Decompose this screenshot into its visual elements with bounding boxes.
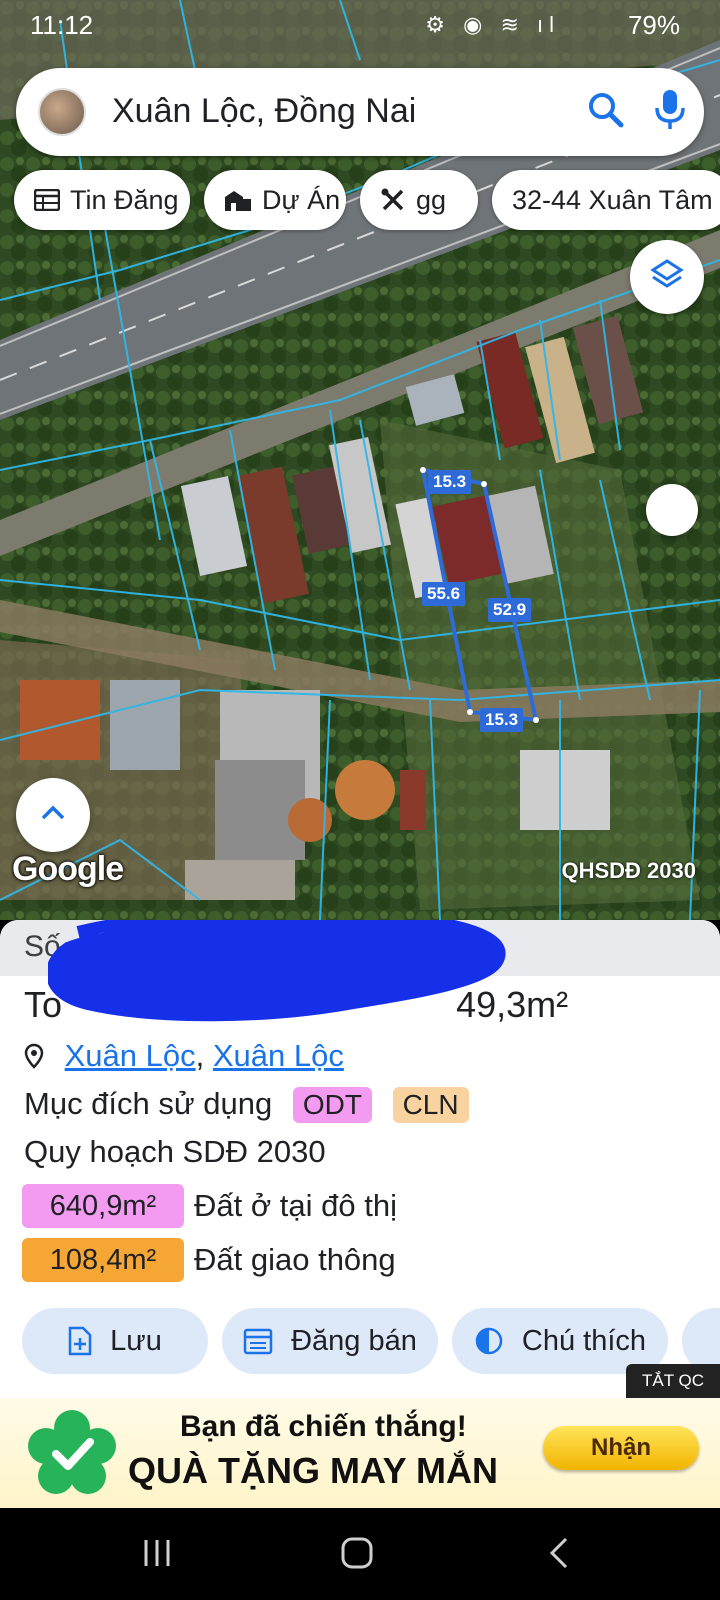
table-icon xyxy=(34,189,60,211)
chip-du-an[interactable]: Dự Án xyxy=(204,170,346,230)
back-icon[interactable] xyxy=(548,1536,570,1575)
layers-button[interactable] xyxy=(630,240,704,314)
location-pin-icon xyxy=(24,1041,44,1077)
layers-icon xyxy=(650,258,684,297)
microphone-icon[interactable] xyxy=(652,88,688,137)
location-line: Xuân Lộc, Xuân Lộc xyxy=(24,1038,344,1077)
half-circle-icon xyxy=(474,1326,504,1356)
land-use-row: 640,9m² Đất ở tại đô thị xyxy=(22,1184,397,1228)
ad-banner[interactable]: Bạn đã chiến thắng! QUÀ TẶNG MAY MẮN Nhậ… xyxy=(0,1398,720,1508)
redaction-scribble xyxy=(48,920,506,1022)
chip-label: Dự Án xyxy=(262,184,341,215)
claim-button[interactable]: Nhận xyxy=(543,1426,699,1470)
google-logo: Google xyxy=(12,850,124,888)
add-file-icon xyxy=(68,1326,92,1356)
chip-location[interactable]: 32-44 Xuân Tâm xyxy=(492,170,720,230)
chip-tin-dang[interactable]: Tin Đăng xyxy=(14,170,190,230)
ad-headline: Bạn đã chiến thắng! xyxy=(180,1410,467,1443)
plot-dimension-top: 15.3 xyxy=(428,470,472,494)
plot-dimension-bottom: 15.3 xyxy=(480,708,524,732)
plot-dimension-left: 55.6 xyxy=(422,582,466,606)
purpose-line: Mục đích sử dụng ODT CLN xyxy=(24,1086,469,1123)
land-use-label: Đất giao thông xyxy=(194,1242,396,1277)
plot-dimension-right: 52.9 xyxy=(488,598,532,622)
status-bar: 11:12 ⚙ ◉ ≋ ıl 79% xyxy=(0,0,720,50)
post-sale-button[interactable]: Đăng bán xyxy=(222,1308,438,1374)
legend-label: Chú thích xyxy=(521,1324,647,1357)
search-input[interactable]: Xuân Lộc, Đồng Nai xyxy=(112,92,416,131)
chip-label: gg xyxy=(416,184,447,215)
ad-subheadline: QUÀ TẶNG MAY MẮN xyxy=(128,1450,499,1491)
search-icon[interactable] xyxy=(586,90,626,135)
avatar[interactable] xyxy=(38,88,86,136)
land-use-area: 640,9m² xyxy=(22,1184,184,1228)
status-icons: ⚙ ◉ ≋ ıl xyxy=(425,12,560,37)
expand-panel-button[interactable] xyxy=(16,778,90,852)
commune-link[interactable]: Xuân Lộc xyxy=(65,1038,196,1073)
system-nav-bar xyxy=(0,1508,720,1600)
status-time: 11:12 xyxy=(30,10,94,40)
verified-badge-icon xyxy=(26,1408,118,1505)
save-button[interactable]: Lưu xyxy=(22,1308,208,1374)
land-use-label: Đất ở tại đô thị xyxy=(194,1188,397,1223)
land-use-area: 108,4m² xyxy=(22,1238,184,1282)
home-icon[interactable] xyxy=(340,1536,374,1575)
chip-label: Tin Đăng xyxy=(70,184,179,215)
tools-icon xyxy=(380,187,406,213)
parcel-info-panel: Số c To 49,3m² Xuân Lộc, Xuân Lộc Mục đí… xyxy=(0,920,720,1400)
status-battery: 79% xyxy=(627,10,680,40)
building-icon xyxy=(224,188,252,212)
map-control-dot[interactable] xyxy=(646,484,698,536)
save-label: Lưu xyxy=(110,1324,162,1357)
calendar-icon xyxy=(243,1327,273,1355)
purpose-label: Mục đích sử dụng xyxy=(24,1086,273,1121)
purpose-tag-cln: CLN xyxy=(392,1087,469,1123)
land-use-row: 108,4m² Đất giao thông xyxy=(22,1238,396,1282)
planning-label: Quy hoạch SDĐ 2030 xyxy=(24,1134,326,1169)
purpose-tag-odt: ODT xyxy=(292,1087,372,1123)
search-bar[interactable]: Xuân Lộc, Đồng Nai xyxy=(16,68,704,156)
post-sale-label: Đăng bán xyxy=(291,1324,417,1357)
district-link[interactable]: Xuân Lộc xyxy=(213,1038,344,1073)
map-view[interactable]: 15.3 55.6 52.9 15.3 11:12 ⚙ ◉ ≋ ıl 79% X… xyxy=(0,0,720,920)
chevron-up-icon xyxy=(39,804,67,827)
chip-label: 32-44 Xuân Tâm xyxy=(512,184,713,215)
close-ad-button[interactable]: TẮT QC xyxy=(626,1364,720,1398)
map-layer-tag: QHSDĐ 2030 xyxy=(561,858,696,883)
chip-gg[interactable]: gg xyxy=(360,170,478,230)
recent-apps-icon[interactable] xyxy=(142,1536,172,1575)
